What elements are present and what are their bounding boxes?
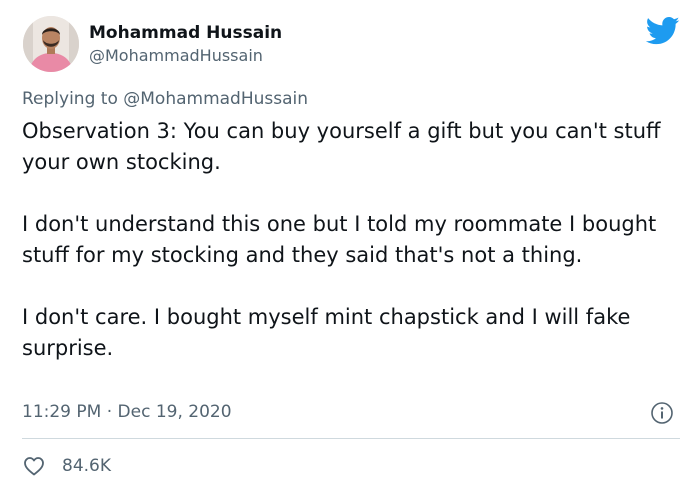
meta-separator: · xyxy=(106,402,113,422)
like-action[interactable]: 84.6K xyxy=(22,454,111,478)
info-icon[interactable] xyxy=(650,401,674,425)
like-count: 84.6K xyxy=(62,456,111,476)
avatar[interactable] xyxy=(23,16,79,72)
author-display-name[interactable]: Mohammad Hussain xyxy=(89,22,282,44)
tweet-paragraph: I don't care. I bought myself mint chaps… xyxy=(22,305,631,360)
tweet-paragraph: I don't understand this one but I told m… xyxy=(22,212,657,267)
author-handle[interactable]: @MohammadHussain xyxy=(89,46,263,66)
reply-mention-link[interactable]: @MohammadHussain xyxy=(123,89,308,109)
replying-to-prefix: Replying to xyxy=(22,89,118,109)
tweet-card: Mohammad Hussain @MohammadHussain Replyi… xyxy=(0,0,700,494)
divider xyxy=(22,438,680,439)
tweet-time[interactable]: 11:29 PM xyxy=(22,402,101,422)
tweet-paragraph: Observation 3: You can buy yourself a gi… xyxy=(22,119,661,174)
replying-to: Replying to @MohammadHussain xyxy=(22,88,308,110)
heart-icon[interactable] xyxy=(22,454,46,478)
tweet-timestamp[interactable]: 11:29 PM · Dec 19, 2020 xyxy=(22,401,232,423)
tweet-date[interactable]: Dec 19, 2020 xyxy=(118,402,232,422)
tweet-text: Observation 3: You can buy yourself a gi… xyxy=(22,116,682,364)
twitter-bird-icon[interactable] xyxy=(646,16,680,46)
